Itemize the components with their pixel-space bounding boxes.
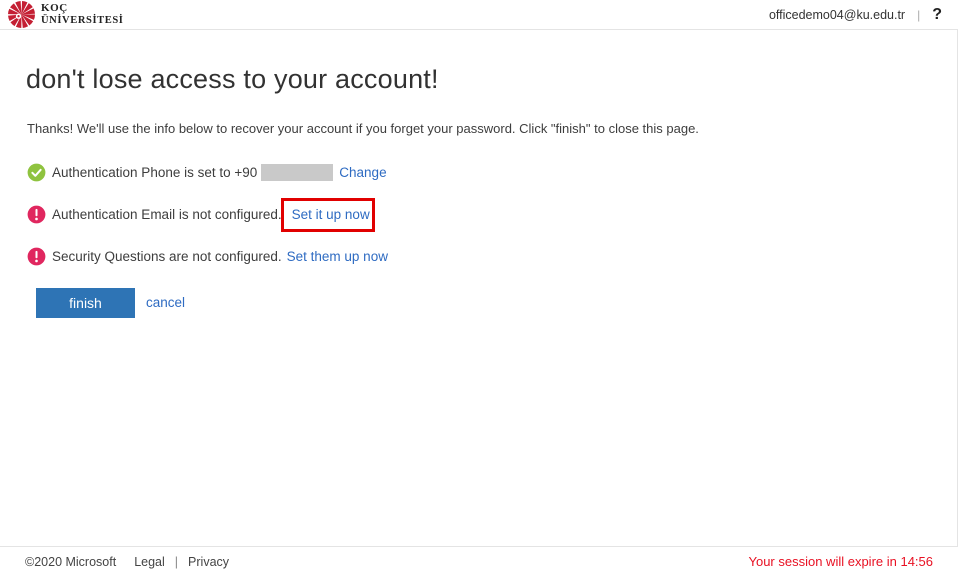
questions-status-text: Security Questions are not configured.: [52, 249, 282, 264]
university-logo: KOÇ ÜNİVERSİTESİ: [8, 1, 123, 28]
set-up-email-link[interactable]: Set it up now: [292, 207, 370, 222]
page-title: don't lose access to your account!: [26, 64, 439, 95]
recovery-item-phone: Authentication Phone is set to +90 Chang…: [27, 162, 387, 182]
university-logo-text: KOÇ ÜNİVERSİTESİ: [41, 3, 123, 26]
intro-text: Thanks! We'll use the info below to reco…: [27, 121, 699, 136]
copyright-text: ©2020 Microsoft: [25, 555, 116, 569]
password-reset-registration-page: KOÇ ÜNİVERSİTESİ officedemo04@ku.edu.tr …: [0, 0, 966, 576]
cancel-link[interactable]: cancel: [146, 288, 185, 318]
annotation-highlight-box: Set it up now: [292, 207, 370, 222]
logo-line2: ÜNİVERSİTESİ: [41, 15, 123, 26]
change-phone-link[interactable]: Change: [339, 165, 386, 180]
footer-separator: |: [175, 555, 178, 569]
header-right: officedemo04@ku.edu.tr | ?: [769, 0, 942, 30]
header-separator: |: [917, 8, 920, 22]
privacy-link[interactable]: Privacy: [188, 555, 229, 569]
error-exclamation-icon: [27, 205, 46, 224]
footer: ©2020 Microsoft Legal | Privacy Your ses…: [0, 546, 958, 576]
content-right-border: [957, 30, 958, 576]
set-up-questions-link[interactable]: Set them up now: [287, 249, 388, 264]
legal-link[interactable]: Legal: [134, 555, 165, 569]
success-check-icon: [27, 163, 46, 182]
error-exclamation-icon: [27, 247, 46, 266]
recovery-item-security-questions: Security Questions are not configured. S…: [27, 246, 388, 266]
phone-status-text: Authentication Phone is set to +90: [52, 165, 257, 180]
email-status-text: Authentication Email is not configured.: [52, 207, 282, 222]
koc-university-logo-icon: [8, 1, 35, 28]
footer-left: ©2020 Microsoft Legal | Privacy: [25, 555, 229, 569]
help-button[interactable]: ?: [932, 6, 942, 24]
session-expiry-notice: Your session will expire in 14:56: [748, 554, 933, 569]
finish-button[interactable]: finish: [36, 288, 135, 318]
recovery-item-email: Authentication Email is not configured. …: [27, 204, 370, 224]
signed-in-account-email: officedemo04@ku.edu.tr: [769, 8, 905, 22]
redacted-phone-number: [261, 164, 333, 181]
logo-line1: KOÇ: [41, 3, 123, 15]
